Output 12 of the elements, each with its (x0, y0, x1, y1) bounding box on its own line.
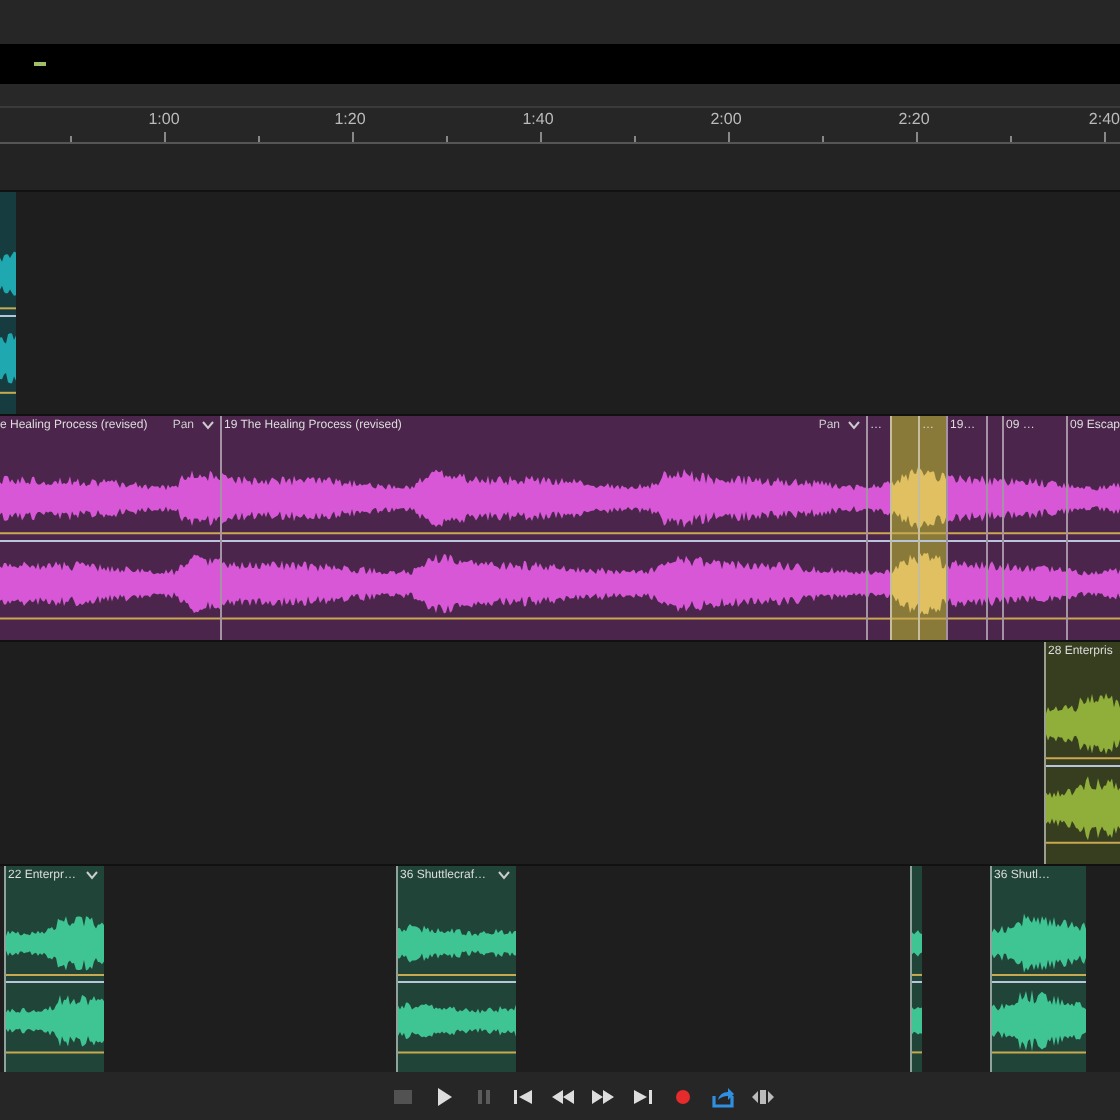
time-label: 1:40 (522, 112, 554, 128)
loop-button[interactable] (709, 1083, 735, 1109)
time-label: 1:00 (148, 112, 180, 128)
time-label: 1:20 (334, 112, 366, 128)
loop-icon (709, 1083, 735, 1109)
chevron-icon[interactable] (498, 870, 510, 880)
time-label: 2:40 (1088, 112, 1120, 128)
chevron-icon[interactable] (86, 870, 98, 880)
time-label: 2:00 (710, 112, 742, 128)
chevron-icon[interactable] (848, 420, 860, 430)
time-label: 2:20 (898, 112, 930, 128)
chevron-icon[interactable] (202, 420, 214, 430)
